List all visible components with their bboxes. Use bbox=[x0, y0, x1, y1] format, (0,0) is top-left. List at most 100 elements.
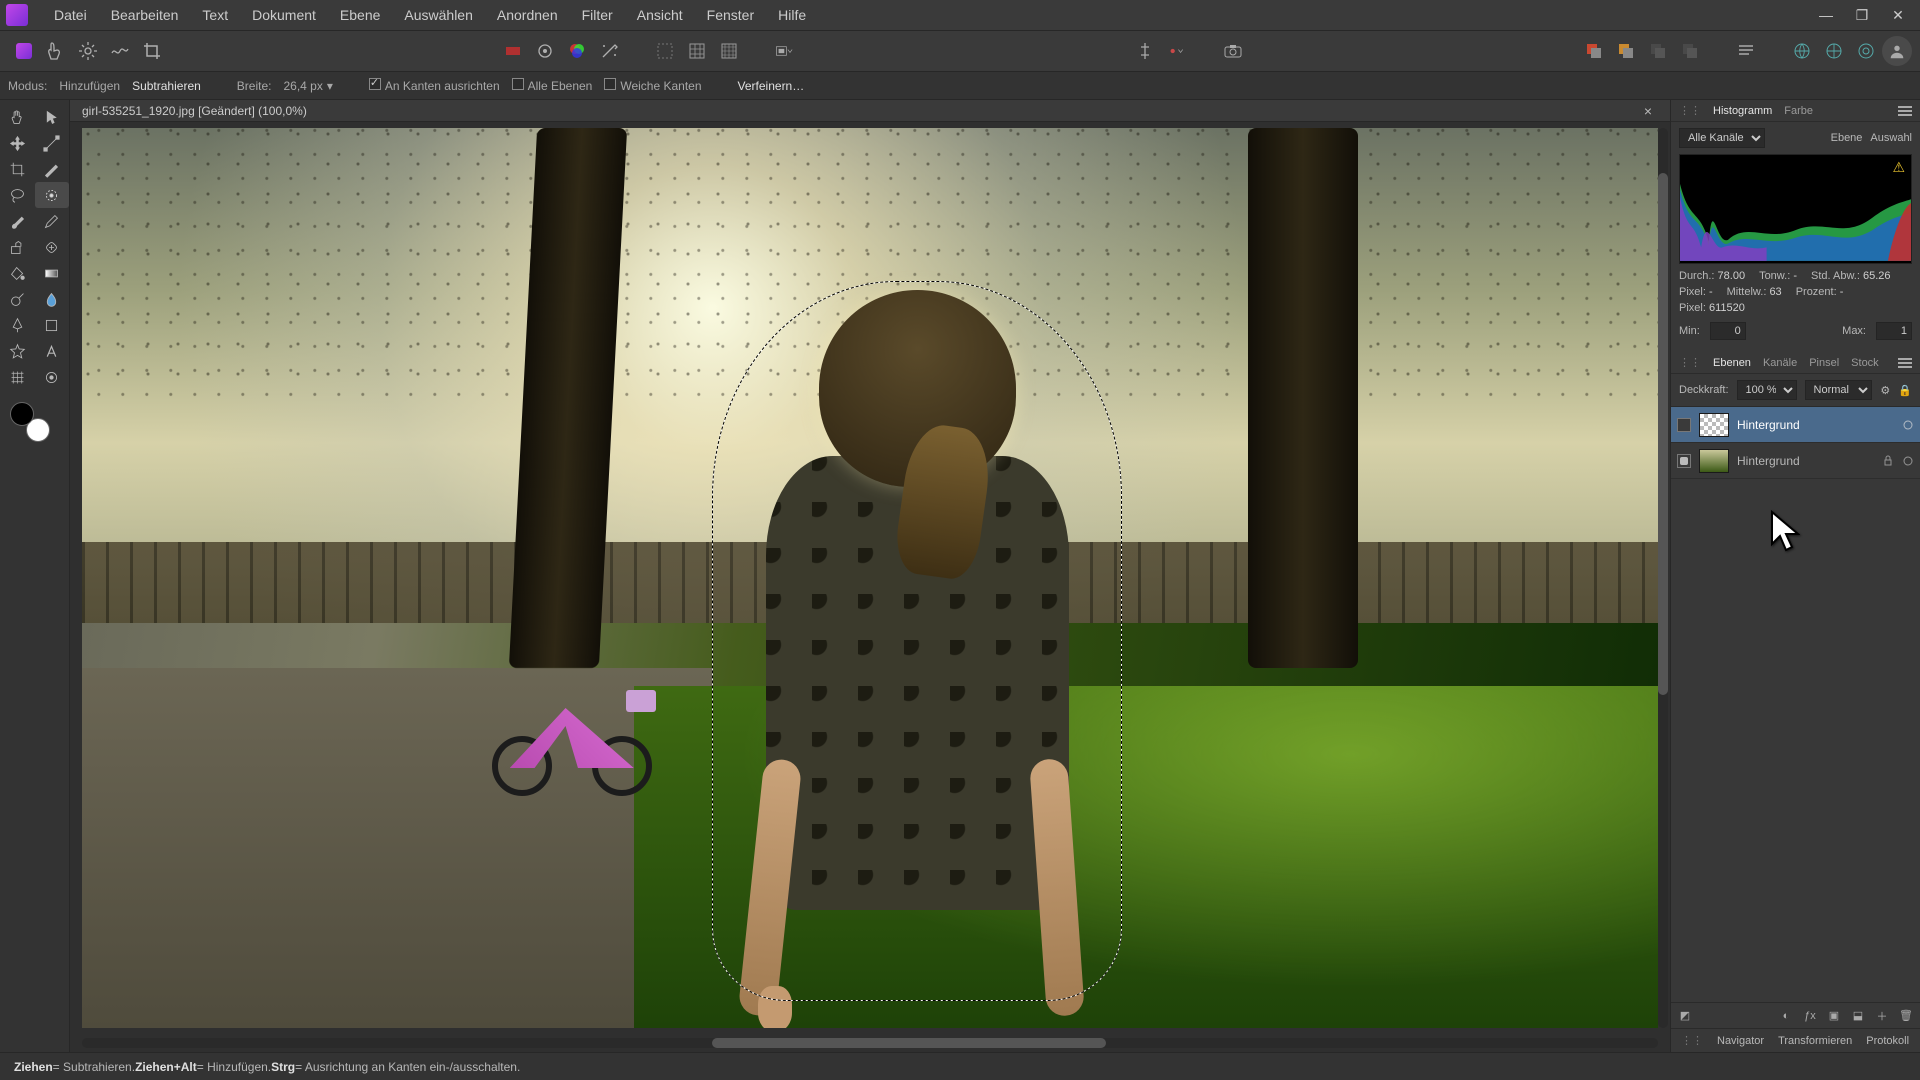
rgb-wheel-icon[interactable] bbox=[561, 35, 593, 67]
add-layer-icon[interactable]: ＋ bbox=[1874, 1008, 1890, 1024]
mask-new-icon[interactable]: ◩ bbox=[1677, 1008, 1693, 1024]
layer-row[interactable]: Hintergrund bbox=[1671, 407, 1920, 443]
window-maximize[interactable]: ❐ bbox=[1846, 3, 1878, 27]
menu-filter[interactable]: Filter bbox=[570, 0, 625, 30]
shape-tool[interactable] bbox=[35, 312, 70, 338]
menu-text[interactable]: Text bbox=[190, 0, 240, 30]
scrollbar-vertical[interactable] bbox=[1658, 128, 1668, 1028]
brush-tool[interactable] bbox=[0, 208, 35, 234]
menu-ebene[interactable]: Ebene bbox=[328, 0, 392, 30]
layer-extras-icon[interactable] bbox=[1902, 419, 1914, 431]
layer-row[interactable]: Hintergrund bbox=[1671, 443, 1920, 479]
overlap-a-icon[interactable] bbox=[1578, 35, 1610, 67]
menu-ansicht[interactable]: Ansicht bbox=[625, 0, 695, 30]
lasso-tool[interactable] bbox=[0, 182, 35, 208]
layer-name[interactable]: Hintergrund bbox=[1737, 418, 1894, 432]
app-logo[interactable] bbox=[6, 4, 28, 26]
max-input[interactable] bbox=[1876, 322, 1912, 340]
crop-tool[interactable] bbox=[0, 156, 35, 182]
slice-tool[interactable] bbox=[35, 156, 70, 182]
mode-add[interactable]: Hinzufügen bbox=[59, 79, 120, 93]
window-close[interactable]: ✕ bbox=[1882, 3, 1914, 27]
node-tool[interactable] bbox=[35, 130, 70, 156]
fx-icon[interactable]: ƒx bbox=[1802, 1008, 1818, 1024]
menu-anordnen[interactable]: Anordnen bbox=[485, 0, 570, 30]
layer-settings-icon[interactable]: ⚙ bbox=[1880, 384, 1890, 397]
fit-dropdown[interactable] bbox=[769, 35, 801, 67]
min-input[interactable] bbox=[1710, 322, 1746, 340]
layer-lock-icon[interactable]: 🔒 bbox=[1898, 384, 1912, 397]
pen-tool[interactable] bbox=[0, 312, 35, 338]
panel-grip-icon[interactable]: ⋮⋮ bbox=[1679, 104, 1701, 117]
hand-tool[interactable] bbox=[0, 104, 35, 130]
edge-snap-check[interactable]: An Kanten ausrichten bbox=[369, 78, 500, 93]
delete-layer-icon[interactable]: 🗑 bbox=[1898, 1008, 1914, 1024]
quickmask-icon[interactable] bbox=[529, 35, 561, 67]
tab-kanaele[interactable]: Kanäle bbox=[1763, 357, 1797, 369]
panel-grip-icon[interactable]: ⋮⋮ bbox=[1679, 356, 1701, 369]
foreground-swatch[interactable] bbox=[10, 402, 34, 426]
touch-icon[interactable] bbox=[40, 35, 72, 67]
tab-farbe[interactable]: Farbe bbox=[1784, 105, 1813, 117]
overlap-b-icon[interactable] bbox=[1610, 35, 1642, 67]
camera-icon[interactable] bbox=[1217, 35, 1249, 67]
menu-fenster[interactable]: Fenster bbox=[695, 0, 766, 30]
adjust-icon[interactable]: ◐ bbox=[1778, 1008, 1794, 1024]
blur-tool[interactable] bbox=[35, 286, 70, 312]
wand-icon[interactable] bbox=[593, 35, 625, 67]
channels-dropdown[interactable]: Alle Kanäle bbox=[1679, 128, 1765, 148]
persona-photo-icon[interactable] bbox=[8, 35, 40, 67]
selection-brush-tool[interactable] bbox=[35, 182, 70, 208]
close-tab-icon[interactable]: × bbox=[1638, 103, 1658, 119]
globe-b-icon[interactable] bbox=[1818, 35, 1850, 67]
gear-icon[interactable] bbox=[72, 35, 104, 67]
refine-button[interactable]: Verfeinern… bbox=[738, 79, 805, 93]
justify-icon[interactable] bbox=[1730, 35, 1762, 67]
wave-icon[interactable] bbox=[104, 35, 136, 67]
globe-c-icon[interactable] bbox=[1850, 35, 1882, 67]
tab-transformieren[interactable]: Transformieren bbox=[1778, 1035, 1852, 1047]
mode-subtract[interactable]: Subtrahieren bbox=[132, 79, 201, 93]
text-tool[interactable] bbox=[35, 338, 70, 364]
tab-ebenen[interactable]: Ebenen bbox=[1713, 357, 1751, 369]
tab-pinsel[interactable]: Pinsel bbox=[1809, 357, 1839, 369]
grid-none-icon[interactable] bbox=[649, 35, 681, 67]
width-dropdown[interactable]: 26,4 px ▾ bbox=[283, 79, 332, 93]
window-minimize[interactable]: — bbox=[1810, 3, 1842, 27]
menu-datei[interactable]: Datei bbox=[42, 0, 99, 30]
document-tab-title[interactable]: girl-535251_1920.jpg [Geändert] (100,0%) bbox=[82, 104, 307, 118]
globe-a-icon[interactable] bbox=[1786, 35, 1818, 67]
star-tool[interactable] bbox=[0, 338, 35, 364]
align-point-dropdown[interactable] bbox=[1161, 35, 1193, 67]
overlap-c-icon[interactable] bbox=[1642, 35, 1674, 67]
panel-menu-icon[interactable] bbox=[1898, 358, 1912, 368]
clip-icon[interactable]: ⬓ bbox=[1850, 1008, 1866, 1024]
crop-icon[interactable] bbox=[136, 35, 168, 67]
menu-hilfe[interactable]: Hilfe bbox=[766, 0, 818, 30]
lock-icon[interactable] bbox=[1882, 455, 1894, 467]
dodge-tool[interactable] bbox=[0, 286, 35, 312]
grid-3x3-icon[interactable] bbox=[681, 35, 713, 67]
pencil-tool[interactable] bbox=[35, 208, 70, 234]
fill-tool[interactable] bbox=[0, 260, 35, 286]
layer-extras-icon[interactable] bbox=[1902, 455, 1914, 467]
align-v-icon[interactable] bbox=[1129, 35, 1161, 67]
all-layers-check[interactable]: Alle Ebenen bbox=[512, 78, 593, 93]
grid-dense-icon[interactable] bbox=[713, 35, 745, 67]
visibility-toggle[interactable] bbox=[1677, 418, 1691, 432]
tab-stock[interactable]: Stock bbox=[1851, 357, 1879, 369]
blendmode-dropdown[interactable]: Normal bbox=[1805, 380, 1873, 400]
clone-tool[interactable] bbox=[0, 234, 35, 260]
visibility-toggle[interactable] bbox=[1677, 454, 1691, 468]
group-icon[interactable]: ▣ bbox=[1826, 1008, 1842, 1024]
menu-dokument[interactable]: Dokument bbox=[240, 0, 328, 30]
subtab-ebene[interactable]: Ebene bbox=[1831, 132, 1863, 144]
tab-navigator[interactable]: Navigator bbox=[1717, 1035, 1764, 1047]
color-picker-tool[interactable] bbox=[35, 364, 70, 390]
tab-protokoll[interactable]: Protokoll bbox=[1866, 1035, 1909, 1047]
color-swatches[interactable] bbox=[10, 402, 50, 442]
soft-edges-check[interactable]: Weiche Kanten bbox=[604, 78, 701, 93]
mesh-tool[interactable] bbox=[0, 364, 35, 390]
canvas-viewport[interactable] bbox=[70, 122, 1670, 1052]
pointer-tool[interactable] bbox=[35, 104, 70, 130]
